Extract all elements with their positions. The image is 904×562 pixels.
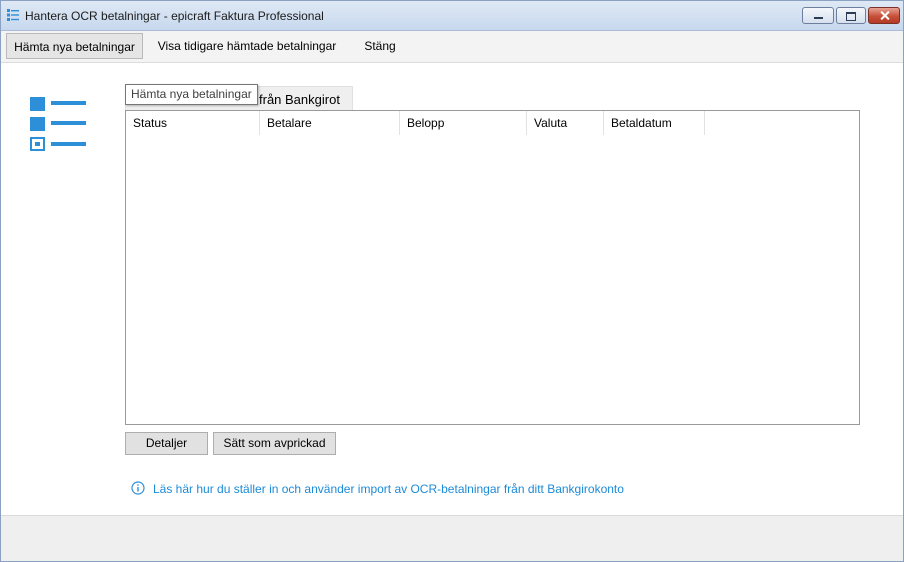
close-icon [869,8,899,23]
main-content: från Bankgirot Hämta nya betalningar Sta… [1,63,903,515]
title-bar[interactable]: Hantera OCR betalningar - epicraft Faktu… [1,1,903,31]
minimize-button[interactable] [802,7,834,24]
window-title: Hantera OCR betalningar - epicraft Faktu… [25,9,324,23]
column-header-payment-date[interactable]: Betaldatum [604,111,705,135]
column-header-currency[interactable]: Valuta [527,111,604,135]
close-button[interactable]: Stäng [353,33,407,59]
details-button[interactable]: Detaljer [125,432,208,455]
list-icon [7,9,19,21]
maximize-icon [837,8,865,23]
toolbar: Hämta nya betalningar Visa tidigare hämt… [1,31,903,63]
column-header-payer[interactable]: Betalare [260,111,400,135]
tooltip: Hämta nya betalningar [125,84,258,105]
ocr-payments-window: Hantera OCR betalningar - epicraft Faktu… [0,0,904,562]
list-icon [30,97,86,151]
help-link-text[interactable]: Läs här hur du ställer in och använder i… [153,482,624,496]
show-previous-payments-button[interactable]: Visa tidigare hämtade betalningar [153,33,341,59]
minimize-icon [803,8,833,23]
payments-table[interactable]: Status Betalare Belopp Valuta Betaldatum [125,110,860,425]
info-icon [131,481,145,495]
status-footer [1,515,903,561]
close-window-button[interactable] [868,7,900,24]
mark-as-reconciled-button[interactable]: Sätt som avprickad [213,432,336,455]
maximize-button[interactable] [836,7,866,24]
column-header-status[interactable]: Status [126,111,260,135]
fetch-new-payments-button[interactable]: Hämta nya betalningar [6,33,143,59]
tab-label: från Bankgirot [259,92,340,107]
table-header: Status Betalare Belopp Valuta Betaldatum [126,111,859,135]
column-header-amount[interactable]: Belopp [400,111,527,135]
